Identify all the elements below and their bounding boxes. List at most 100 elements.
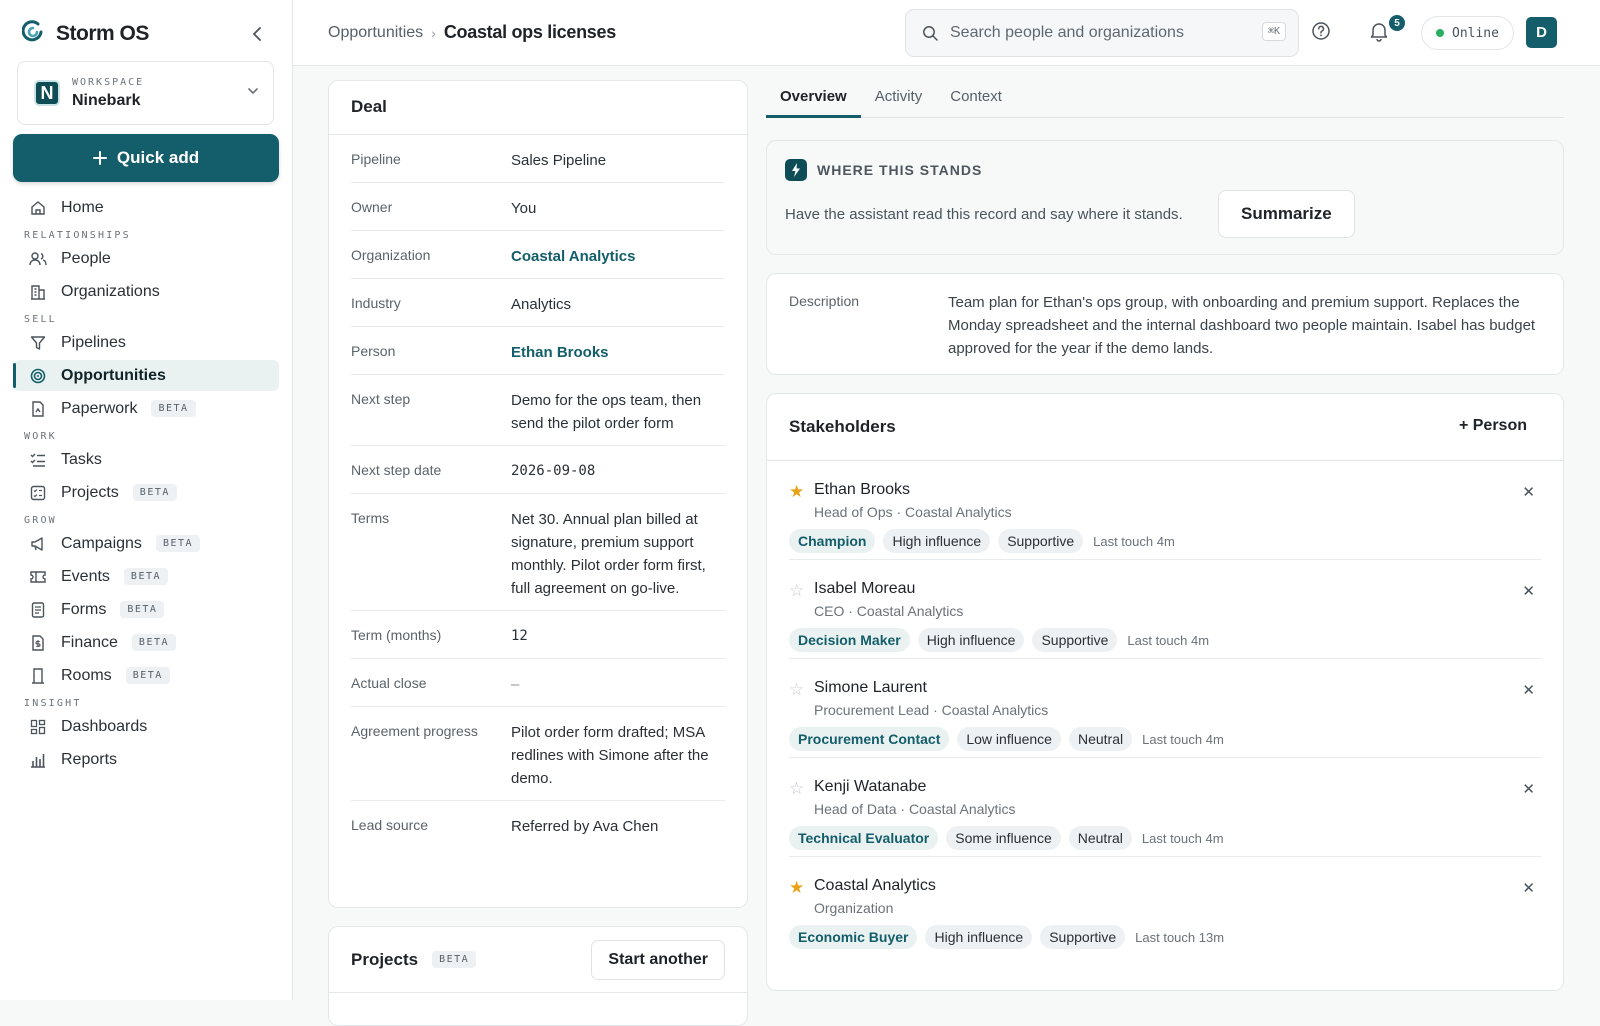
sentiment-tag[interactable]: Neutral bbox=[1068, 826, 1132, 850]
stakeholder-role: Organization bbox=[814, 900, 894, 916]
remove-stakeholder-close-icon[interactable]: ✕ bbox=[1522, 879, 1535, 897]
tab-overview[interactable]: Overview bbox=[766, 80, 861, 118]
remove-stakeholder-close-icon[interactable]: ✕ bbox=[1522, 483, 1535, 501]
remove-stakeholder-close-icon[interactable]: ✕ bbox=[1522, 681, 1535, 699]
lightning-bolt-icon bbox=[785, 159, 807, 181]
sidebar-item-dashboards[interactable]: Dashboards bbox=[13, 711, 279, 742]
sidebar-item-people[interactable]: People bbox=[13, 243, 279, 274]
breadcrumb-opportunities-link[interactable]: Opportunities bbox=[328, 24, 423, 42]
tab-context[interactable]: Context bbox=[936, 80, 1016, 118]
help-button[interactable] bbox=[1311, 21, 1331, 45]
stakeholder-row[interactable]: ★ Ethan Brooks Head of Ops · Coastal Ana… bbox=[789, 461, 1541, 560]
beta-badge: BETA bbox=[131, 634, 177, 651]
stakeholder-row[interactable]: ☆ Isabel Moreau CEO · Coastal Analytics … bbox=[789, 560, 1541, 659]
sidebar-item-reports[interactable]: Reports bbox=[13, 744, 279, 775]
stakeholder-role: CEO · Coastal Analytics bbox=[814, 603, 964, 619]
sidebar-item-tasks[interactable]: Tasks bbox=[13, 444, 279, 475]
sidebar-item-pipelines[interactable]: Pipelines bbox=[13, 327, 279, 358]
search-box[interactable]: ⌘K bbox=[905, 9, 1299, 57]
stakeholder-row[interactable]: ★ Coastal Analytics Organization Economi… bbox=[789, 857, 1541, 956]
influence-tag[interactable]: High influence bbox=[917, 628, 1025, 652]
remove-stakeholder-close-icon[interactable]: ✕ bbox=[1522, 780, 1535, 798]
stakeholder-row[interactable]: ☆ Kenji Watanabe Head of Data · Coastal … bbox=[789, 758, 1541, 857]
stakeholder-role-tag[interactable]: Technical Evaluator bbox=[789, 826, 939, 850]
sentiment-tag[interactable]: Neutral bbox=[1068, 727, 1133, 751]
top-bar: Opportunities › Coastal ops licenses ⌘K … bbox=[293, 0, 1600, 66]
brand[interactable]: Storm OS bbox=[21, 20, 149, 48]
tab-activity[interactable]: Activity bbox=[861, 80, 937, 118]
invoice-icon bbox=[29, 634, 47, 652]
influence-tag[interactable]: High influence bbox=[925, 925, 1033, 949]
stakeholder-name[interactable]: Coastal Analytics bbox=[814, 877, 1541, 895]
summarize-button[interactable]: Summarize bbox=[1218, 190, 1355, 238]
influence-tag[interactable]: Some influence bbox=[946, 826, 1061, 850]
star-icon[interactable]: ☆ bbox=[789, 582, 804, 599]
search-icon bbox=[923, 26, 938, 41]
star-icon[interactable]: ★ bbox=[789, 879, 804, 896]
stakeholder-name[interactable]: Simone Laurent bbox=[814, 679, 1541, 697]
stakeholder-row[interactable]: ☆ Simone Laurent Procurement Lead · Coas… bbox=[789, 659, 1541, 758]
star-icon[interactable]: ★ bbox=[789, 483, 804, 500]
deal-row-industry: Industry Analytics bbox=[351, 279, 725, 327]
last-touch: Last touch 4m bbox=[1093, 533, 1175, 549]
stakeholder-role-tag[interactable]: Economic Buyer bbox=[789, 925, 918, 949]
sidebar: Storm OS N WORKSPACE Ninebark Quick add … bbox=[0, 0, 293, 1000]
deal-row-owner: Owner You bbox=[351, 183, 725, 231]
influence-tag[interactable]: High influence bbox=[883, 529, 991, 553]
projects-title: Projects bbox=[351, 949, 419, 969]
add-person-button[interactable]: + Person bbox=[1459, 417, 1527, 435]
organization-link[interactable]: Coastal Analytics bbox=[511, 245, 725, 268]
star-icon[interactable]: ☆ bbox=[789, 681, 804, 698]
deal-row-lead-source: Lead source Referred by Ava Chen bbox=[351, 817, 659, 835]
projects-card: Projects BETA Start another bbox=[328, 926, 748, 1026]
last-touch: Last touch 4m bbox=[1127, 632, 1210, 648]
description-card: Description Team plan for Ethan's ops gr… bbox=[766, 273, 1564, 375]
sentiment-tag[interactable]: Supportive bbox=[1032, 628, 1118, 652]
beta-badge: BETA bbox=[120, 601, 165, 618]
sentiment-tag[interactable]: Supportive bbox=[998, 529, 1084, 553]
section-grow: GROW bbox=[24, 515, 57, 526]
sidebar-item-finance[interactable]: Finance BETA bbox=[13, 627, 279, 658]
stakeholder-role-tag[interactable]: Champion bbox=[789, 529, 876, 553]
sidebar-item-home[interactable]: Home bbox=[13, 192, 279, 223]
workspace-switcher[interactable]: N WORKSPACE Ninebark bbox=[17, 61, 274, 125]
beta-badge: BETA bbox=[151, 400, 196, 417]
person-link[interactable]: Ethan Brooks bbox=[511, 341, 725, 364]
quick-add-button[interactable]: Quick add bbox=[13, 134, 279, 182]
start-another-button[interactable]: Start another bbox=[591, 940, 725, 980]
star-icon[interactable]: ☆ bbox=[789, 780, 804, 797]
notifications-button[interactable] bbox=[1368, 20, 1390, 46]
user-avatar[interactable]: D bbox=[1526, 17, 1557, 48]
beta-badge: BETA bbox=[432, 951, 477, 968]
stakeholder-role-tag[interactable]: Decision Maker bbox=[789, 628, 910, 652]
sidebar-item-events[interactable]: Events BETA bbox=[13, 561, 279, 592]
stakeholder-role-tag[interactable]: Procurement Contact bbox=[789, 727, 950, 751]
sidebar-item-paperwork[interactable]: Paperwork BETA bbox=[13, 393, 279, 424]
plus-icon bbox=[92, 151, 107, 165]
help-circle-icon bbox=[1312, 22, 1330, 40]
stakeholder-name[interactable]: Ethan Brooks bbox=[814, 481, 1541, 499]
stakeholder-name[interactable]: Kenji Watanabe bbox=[814, 778, 1541, 796]
sidebar-item-organizations[interactable]: Organizations bbox=[13, 276, 279, 307]
sentiment-tag[interactable]: Supportive bbox=[1040, 925, 1126, 949]
status-indicator[interactable]: Online bbox=[1421, 16, 1514, 50]
checklist-icon bbox=[29, 451, 47, 469]
deal-row-next-step-date: Next step date 2026-09-08 bbox=[351, 446, 725, 494]
sidebar-item-projects[interactable]: Projects BETA bbox=[13, 477, 279, 508]
breadcrumb: Opportunities › Coastal ops licenses bbox=[328, 22, 616, 43]
sidebar-item-forms[interactable]: Forms BETA bbox=[13, 594, 279, 625]
stakeholder-name[interactable]: Isabel Moreau bbox=[814, 580, 1541, 598]
chevron-left-icon bbox=[252, 27, 261, 41]
document-icon bbox=[29, 400, 47, 418]
building-icon bbox=[29, 283, 47, 301]
deal-row-actual-close: Actual close – bbox=[351, 659, 725, 707]
page-title: Coastal ops licenses bbox=[443, 22, 616, 42]
influence-tag[interactable]: Low influence bbox=[957, 727, 1061, 751]
sidebar-item-opportunities[interactable]: Opportunities bbox=[13, 360, 279, 391]
search-input[interactable] bbox=[950, 24, 1240, 42]
sidebar-item-rooms[interactable]: Rooms BETA bbox=[13, 660, 279, 691]
remove-stakeholder-close-icon[interactable]: ✕ bbox=[1522, 582, 1535, 600]
bar-chart-icon bbox=[29, 751, 47, 769]
sidebar-item-campaigns[interactable]: Campaigns BETA bbox=[13, 528, 279, 559]
collapse-sidebar-button[interactable] bbox=[247, 24, 267, 44]
